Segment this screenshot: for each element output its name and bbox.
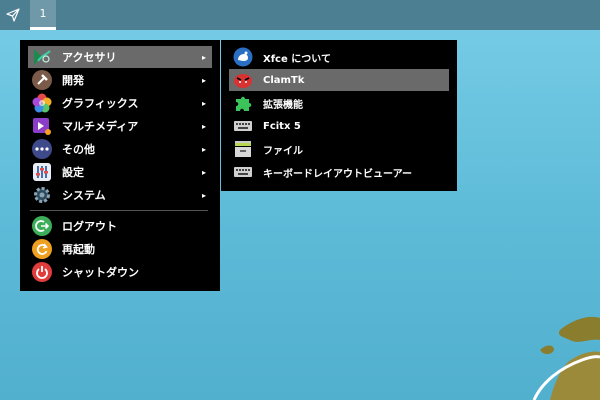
menu-item-label: アクセサリ xyxy=(62,51,117,64)
submenu-arrow-icon: ▸ xyxy=(201,167,206,177)
menu-item-label: 開発 xyxy=(62,74,84,87)
submenu-item-label: キーボードレイアウトビューアー xyxy=(263,168,412,180)
submenu-arrow-icon: ▸ xyxy=(201,52,206,62)
menu-item-accessories[interactable]: アクセサリ ▸ xyxy=(28,46,212,68)
submenu-item-fcitx5[interactable]: Fcitx 5 xyxy=(229,115,449,137)
menu-item-label: システム xyxy=(62,189,106,202)
keyboard-icon xyxy=(233,116,253,136)
other-icon xyxy=(32,139,52,159)
settings-icon xyxy=(32,162,52,182)
clamtk-icon xyxy=(233,70,253,90)
graphics-icon xyxy=(32,93,52,113)
keyboard-layout-icon xyxy=(233,162,253,182)
wallpaper-decoration xyxy=(532,316,600,400)
submenu-item-label: Fcitx 5 xyxy=(263,120,301,132)
menu-item-graphics[interactable]: グラフィックス ▸ xyxy=(28,92,212,114)
menu-item-multimedia[interactable]: マルチメディア ▸ xyxy=(28,115,212,137)
logout-button[interactable]: ログアウト xyxy=(28,215,212,237)
xfce-mouse-icon xyxy=(233,47,253,67)
file-cabinet-icon xyxy=(233,139,253,159)
accessories-submenu: Xfce について ClamTk 拡張機能 Fcitx 5 ファイル キーボード… xyxy=(221,40,457,191)
shutdown-icon xyxy=(32,262,52,282)
submenu-item-label: 拡張機能 xyxy=(263,99,303,111)
submenu-item-label: ファイル xyxy=(263,145,303,157)
restart-icon xyxy=(32,239,52,259)
logout-icon xyxy=(32,216,52,236)
restart-button[interactable]: 再起動 xyxy=(28,238,212,260)
system-icon xyxy=(32,185,52,205)
submenu-item-label: Xfce について xyxy=(263,53,331,65)
submenu-item-keyboard-layout-viewer[interactable]: キーボードレイアウトビューアー xyxy=(229,161,449,183)
menu-item-other[interactable]: その他 ▸ xyxy=(28,138,212,160)
workspace-label: 1 xyxy=(39,7,47,20)
submenu-item-extensions[interactable]: 拡張機能 xyxy=(229,92,449,114)
submenu-item-label: ClamTk xyxy=(263,74,305,86)
menu-item-label: ログアウト xyxy=(62,220,117,233)
accessories-icon xyxy=(32,47,52,67)
top-panel: 1 xyxy=(0,0,600,30)
menu-item-settings[interactable]: 設定 ▸ xyxy=(28,161,212,183)
submenu-arrow-icon: ▸ xyxy=(201,98,206,108)
submenu-item-files[interactable]: ファイル xyxy=(229,138,449,160)
menu-item-label: 設定 xyxy=(62,166,84,179)
development-icon xyxy=(32,70,52,90)
menu-item-label: マルチメディア xyxy=(62,120,139,133)
menu-separator xyxy=(30,210,208,211)
app-launcher-button[interactable] xyxy=(0,0,26,30)
puzzle-icon xyxy=(233,93,253,113)
menu-item-label: 再起動 xyxy=(62,243,95,256)
menu-item-label: その他 xyxy=(62,143,95,156)
submenu-arrow-icon: ▸ xyxy=(201,144,206,154)
paper-plane-icon xyxy=(6,8,20,22)
menu-item-system[interactable]: システム ▸ xyxy=(28,184,212,206)
submenu-arrow-icon: ▸ xyxy=(201,75,206,85)
applications-menu: アクセサリ ▸ 開発 ▸ グラフィックス ▸ マルチメディア ▸ その他 ▸ 設… xyxy=(20,40,220,291)
submenu-item-clamtk[interactable]: ClamTk xyxy=(229,69,449,91)
menu-item-label: シャットダウン xyxy=(62,266,139,279)
submenu-arrow-icon: ▸ xyxy=(201,121,206,131)
multimedia-icon xyxy=(32,116,52,136)
menu-item-label: グラフィックス xyxy=(62,97,139,110)
workspace-button-1[interactable]: 1 xyxy=(30,0,56,30)
shutdown-button[interactable]: シャットダウン xyxy=(28,261,212,283)
submenu-item-about-xfce[interactable]: Xfce について xyxy=(229,46,449,68)
submenu-arrow-icon: ▸ xyxy=(201,190,206,200)
menu-item-development[interactable]: 開発 ▸ xyxy=(28,69,212,91)
